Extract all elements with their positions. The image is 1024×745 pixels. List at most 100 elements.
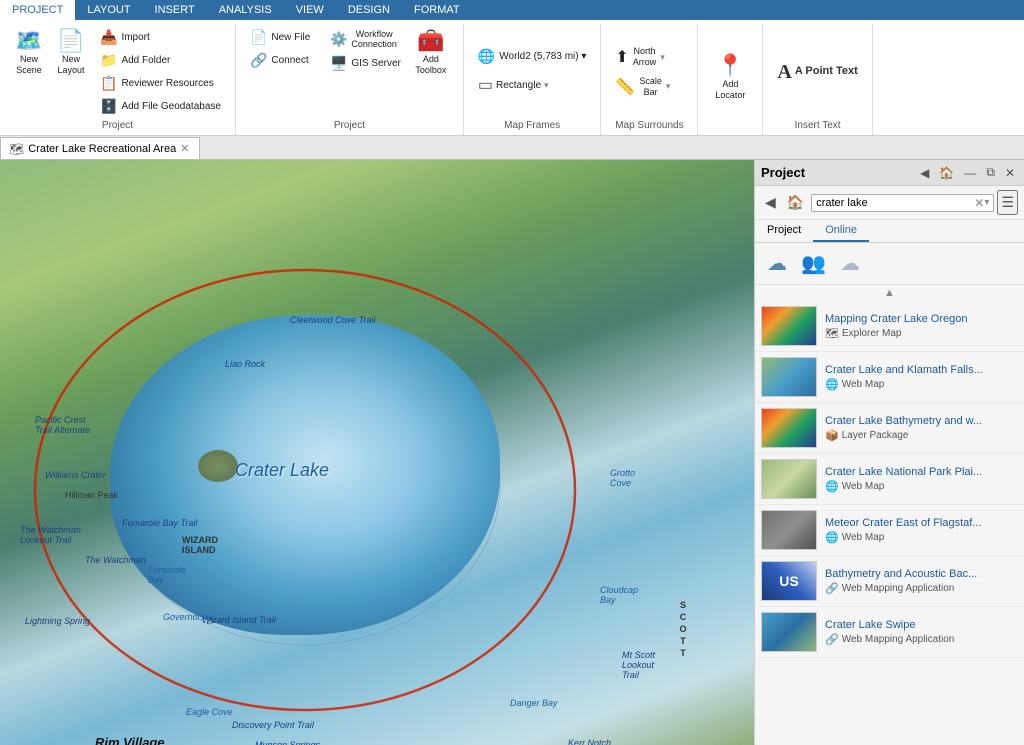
panel-minimize-button[interactable]: — (961, 165, 979, 181)
gis-server-icon: 🖥️ (330, 55, 347, 72)
point-text-button[interactable]: A A Point Text (771, 56, 863, 88)
map-label-eagle-cove: Eagle Cove (186, 707, 233, 717)
map-label-cloudcap: CloudcapBay (600, 585, 638, 605)
result-item-4[interactable]: Meteor Crater East of Flagstaf... 🌐 Web … (755, 505, 1024, 556)
result-type-icon-2: 📦 (825, 429, 839, 442)
world2-button[interactable]: 🌐 World2 (5,783 mi) ▾ (472, 45, 593, 68)
add-file-geodatabase-button[interactable]: 🗄️ Add File Geodatabase (94, 95, 227, 118)
tab-design[interactable]: DESIGN (336, 0, 402, 20)
north-arrow-icon: ⬆ (615, 47, 628, 67)
result-title-4: Meteor Crater East of Flagstaf... (825, 517, 1018, 529)
result-item-5[interactable]: US Bathymetry and Acoustic Bac... 🔗 Web … (755, 556, 1024, 607)
map-area[interactable]: Crater Lake Cleetwood Cove Trail Pacific… (0, 160, 754, 745)
scale-bar-button[interactable]: 📏 Scale Bar ▾ (609, 73, 689, 101)
panel-header: Project ◀ 🏠 — ⧉ ✕ (755, 160, 1024, 186)
panel-results: Mapping Crater Lake Oregon 🗺 Explorer Ma… (755, 301, 1024, 745)
panel-home-button[interactable]: 🏠 (936, 165, 957, 181)
tab-analysis[interactable]: ANALYSIS (207, 0, 284, 20)
add-toolbox-button[interactable]: 🧰 Add Toolbox (407, 26, 455, 80)
tab-view[interactable]: VIEW (284, 0, 336, 20)
result-item-1[interactable]: Crater Lake and Klamath Falls... 🌐 Web M… (755, 352, 1024, 403)
new-file-button[interactable]: 📄 New File (244, 26, 324, 49)
map-label-mt-scott: Mt ScottLookoutTrail (622, 650, 655, 680)
result-info-5: Bathymetry and Acoustic Bac... 🔗 Web Map… (825, 568, 1018, 595)
ribbon-group-project-1: 🗺️ New Scene 📄 New Layout 📥 Import (0, 24, 236, 135)
panel-back-nav-button[interactable]: ◀ (761, 192, 780, 213)
panel-toolbar: ◀ 🏠 ✕ ▾ ☰ (755, 186, 1024, 220)
panel-back-button[interactable]: ◀ (917, 165, 932, 181)
result-type-1: 🌐 Web Map (825, 378, 1018, 391)
search-clear-button[interactable]: ✕ (974, 196, 984, 210)
result-thumb-5: US (761, 561, 817, 601)
new-file-icon: 📄 (250, 29, 267, 46)
tab-project[interactable]: PROJECT (0, 0, 75, 20)
new-scene-button[interactable]: 🗺️ New Scene (8, 26, 50, 80)
collapse-divider[interactable]: ▲ (755, 285, 1024, 301)
map-background: Crater Lake Cleetwood Cove Trail Pacific… (0, 160, 754, 745)
new-layout-button[interactable]: 📄 New Layout (50, 26, 92, 80)
result-info-4: Meteor Crater East of Flagstaf... 🌐 Web … (825, 517, 1018, 544)
workflow-connection-button[interactable]: ⚙️ Workflow Connection (324, 26, 407, 52)
map-tab-crater-lake[interactable]: 🗺 Crater Lake Recreational Area ✕ (0, 137, 200, 159)
result-title-5: Bathymetry and Acoustic Bac... (825, 568, 1018, 580)
reviewer-resources-icon: 📋 (100, 75, 117, 92)
project-group-2-label: Project (334, 118, 365, 133)
result-title-1: Crater Lake and Klamath Falls... (825, 364, 1018, 376)
connect-button[interactable]: 🔗 Connect (244, 49, 324, 72)
north-arrow-button[interactable]: ⬆ North Arrow ▾ (609, 43, 689, 71)
panel-restore-button[interactable]: ⧉ (983, 164, 998, 181)
rectangle-button[interactable]: ▭ Rectangle ▾ (472, 72, 555, 99)
map-label-fumarole-bay: FumaroleBay (148, 565, 186, 585)
result-type-4: 🌐 Web Map (825, 531, 1018, 544)
map-label-fumarole-trail: Fumarole Bay Trail (122, 518, 197, 528)
reviewer-resources-button[interactable]: 📋 Reviewer Resources (94, 72, 227, 95)
tab-insert[interactable]: INSERT (143, 0, 207, 20)
panel-group-button[interactable]: 👥 (797, 249, 830, 278)
tab-online[interactable]: Online (813, 220, 869, 242)
add-folder-icon: 📁 (100, 52, 117, 69)
chevron-up-icon: ▲ (884, 287, 895, 299)
tab-layout[interactable]: LAYOUT (75, 0, 142, 20)
main-area: Crater Lake Cleetwood Cove Trail Pacific… (0, 160, 1024, 745)
world2-icon: 🌐 (478, 48, 495, 65)
scale-bar-dropdown-icon: ▾ (666, 81, 671, 92)
panel-cloud2-button[interactable]: ☁ (836, 249, 864, 278)
rectangle-dropdown-icon: ▾ (544, 80, 549, 91)
panel-icon-row: ☁ 👥 ☁ (755, 243, 1024, 285)
search-input[interactable] (816, 197, 974, 209)
tab-format[interactable]: FORMAT (402, 0, 472, 20)
result-type-6: 🔗 Web Mapping Application (825, 633, 1018, 646)
search-dropdown-icon[interactable]: ▾ (984, 197, 989, 208)
map-label-liao-rock: Liao Rock (225, 359, 265, 369)
result-item-6[interactable]: Crater Lake Swipe 🔗 Web Mapping Applicat… (755, 607, 1024, 658)
result-thumb-0 (761, 306, 817, 346)
panel-menu-button[interactable]: ☰ (997, 190, 1018, 215)
add-locator-icon: 📍 (717, 55, 744, 77)
gis-server-button[interactable]: 🖥️ GIS Server (324, 52, 407, 75)
scale-bar-icon: 📏 (615, 77, 635, 97)
ribbon-group-project-2: 📄 New File 🔗 Connect ⚙️ Workflow Connect… (236, 24, 464, 135)
map-tab-close-button[interactable]: ✕ (180, 142, 189, 155)
map-surrounds-label: Map Surrounds (615, 118, 683, 133)
map-label-kerr-notch: Kerr Notch (568, 738, 611, 745)
tab-project[interactable]: Project (755, 220, 813, 242)
panel-home-nav-button[interactable]: 🏠 (783, 192, 808, 213)
panel-cloud-button[interactable]: ☁ (763, 249, 791, 278)
result-item-3[interactable]: Crater Lake National Park Plai... 🌐 Web … (755, 454, 1024, 505)
import-button[interactable]: 📥 Import (94, 26, 227, 49)
add-locator-button[interactable]: 📍 Add Locator (706, 51, 754, 105)
search-box: ✕ ▾ (811, 194, 994, 212)
result-title-0: Mapping Crater Lake Oregon (825, 313, 1018, 325)
north-arrow-dropdown-icon: ▾ (660, 52, 665, 63)
add-folder-button[interactable]: 📁 Add Folder (94, 49, 227, 72)
import-icon: 📥 (100, 29, 117, 46)
result-item-0[interactable]: Mapping Crater Lake Oregon 🗺 Explorer Ma… (755, 301, 1024, 352)
workflow-icon: ⚙️ (330, 31, 347, 48)
result-item-2[interactable]: Crater Lake Bathymetry and w... 📦 Layer … (755, 403, 1024, 454)
map-label-munson-springs: Munson Springs (255, 740, 320, 745)
map-frames-label: Map Frames (504, 118, 560, 133)
panel-close-button[interactable]: ✕ (1002, 165, 1018, 181)
result-thumb-4 (761, 510, 817, 550)
ribbon-group-map-surrounds: ⬆ North Arrow ▾ 📏 Scale Bar ▾ Map Surrou… (601, 24, 698, 135)
result-type-icon-3: 🌐 (825, 480, 839, 493)
